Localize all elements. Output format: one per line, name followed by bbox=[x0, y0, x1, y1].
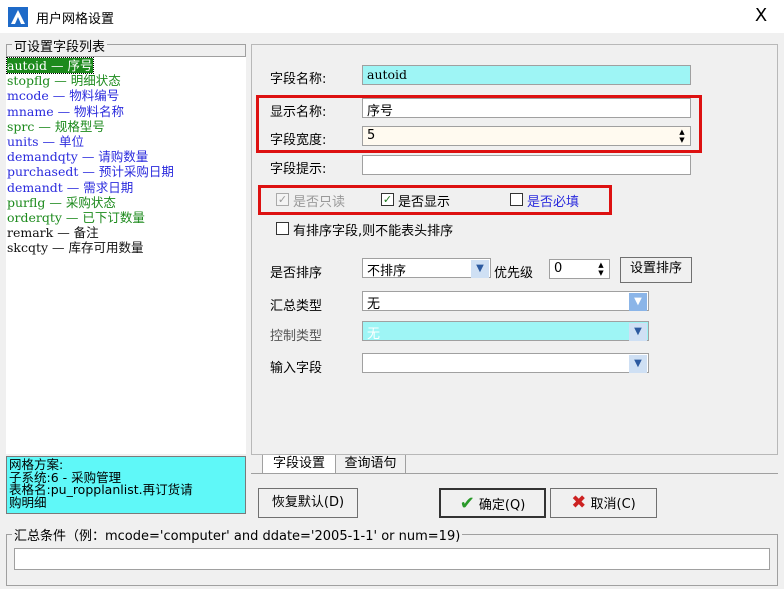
field-list-item[interactable]: mcode — 物料编号 bbox=[7, 88, 119, 103]
info-line: 购明细 bbox=[9, 494, 47, 510]
sort-select-value: 不排序 bbox=[367, 264, 407, 279]
summary-type-select[interactable]: 无 ▼ bbox=[362, 291, 649, 312]
field-list-item[interactable]: demandqty — 请购数量 bbox=[7, 149, 148, 164]
priority-stepper[interactable]: 0 ▲ ▼ bbox=[549, 259, 610, 279]
sort-label: 是否排序 bbox=[270, 266, 323, 281]
required-label: 是否必填 bbox=[527, 195, 580, 210]
chevron-down-icon[interactable]: ▼ bbox=[629, 355, 647, 373]
sort-field-label: 有排序字段,则不能表头排序 bbox=[293, 224, 454, 239]
tab-field-settings[interactable]: 字段设置 bbox=[262, 455, 336, 474]
summary-condition-input[interactable] bbox=[14, 548, 770, 570]
field-list-item[interactable]: orderqty — 已下订数量 bbox=[7, 210, 145, 225]
field-list-item[interactable]: mname — 物料名称 bbox=[7, 104, 124, 119]
input-field-select[interactable]: ▼ bbox=[362, 353, 649, 373]
field-hint-input[interactable] bbox=[362, 155, 691, 175]
summary-condition-caption: 汇总条件（例：mcode='computer' and ddate='2005-… bbox=[12, 525, 463, 544]
priority-spin[interactable]: ▲ ▼ bbox=[594, 261, 608, 277]
readonly-label: 是否只读 bbox=[293, 195, 346, 210]
field-list[interactable]: autoid — 序号 stopflg — 明细状态 mcode — 物料编号 mna… bbox=[6, 56, 246, 454]
field-list-item[interactable]: purflg — 采购状态 bbox=[7, 195, 116, 210]
field-width-value: 5 bbox=[367, 128, 376, 143]
input-field-label: 输入字段 bbox=[270, 361, 323, 376]
field-width-stepper[interactable]: 5 ▲ ▼ bbox=[362, 126, 691, 146]
required-checkbox[interactable] bbox=[510, 193, 523, 206]
chevron-down-icon[interactable]: ▼ bbox=[629, 293, 647, 311]
field-list-item[interactable]: demandt — 需求日期 bbox=[7, 180, 133, 195]
control-type-value: 无 bbox=[367, 327, 381, 342]
control-type-select[interactable]: 无 ▼ bbox=[362, 321, 649, 342]
close-button[interactable]: X bbox=[748, 4, 774, 28]
spin-down-icon[interactable]: ▼ bbox=[594, 269, 608, 277]
title-bar bbox=[0, 0, 784, 33]
cancel-button-label: 取消(C) bbox=[590, 497, 636, 512]
show-label: 是否显示 bbox=[398, 195, 451, 210]
priority-value: 0 bbox=[554, 261, 563, 276]
sort-select[interactable]: 不排序 ▼ bbox=[362, 258, 491, 279]
ok-button-label: 确定(Q) bbox=[478, 498, 526, 513]
field-list-item[interactable]: stopflg — 明细状态 bbox=[7, 73, 121, 88]
spin-up-icon[interactable]: ▲ bbox=[675, 128, 689, 136]
app-logo-icon bbox=[8, 7, 28, 27]
display-name-input[interactable]: 序号 bbox=[362, 98, 691, 119]
restore-default-button[interactable]: 恢复默认(D) bbox=[258, 488, 358, 518]
tab-query-statement[interactable]: 查询语句 bbox=[336, 455, 406, 473]
summary-type-label: 汇总类型 bbox=[270, 299, 323, 314]
field-list-item[interactable]: sprc — 规格型号 bbox=[7, 119, 105, 134]
grid-scheme-info: 网格方案: 子系统:6 - 采购管理 表格名:pu_ropplanlist.再订… bbox=[6, 456, 246, 514]
window-title: 用户网格设置 bbox=[36, 12, 115, 27]
field-list-item[interactable]: skcqty — 库存可用数量 bbox=[7, 240, 144, 255]
field-name-label: 字段名称: bbox=[270, 72, 327, 87]
checkmark-icon: ✔ bbox=[459, 493, 475, 514]
field-list-item[interactable]: purchasedt — 预计采购日期 bbox=[7, 164, 174, 179]
chevron-down-icon[interactable]: ▼ bbox=[629, 323, 647, 341]
set-sort-button[interactable]: 设置排序 bbox=[620, 257, 692, 283]
field-name-input[interactable]: autoid bbox=[362, 65, 691, 85]
sort-field-checkbox[interactable] bbox=[276, 222, 289, 235]
control-type-label: 控制类型 bbox=[270, 329, 323, 344]
summary-type-value: 无 bbox=[367, 297, 381, 312]
close-icon: X bbox=[754, 5, 768, 26]
field-list-item[interactable]: remark — 备注 bbox=[7, 225, 99, 240]
field-list-caption: 可设置字段列表 bbox=[12, 36, 108, 55]
field-list-item[interactable]: autoid — 序号 bbox=[6, 57, 94, 74]
field-hint-label: 字段提示: bbox=[270, 162, 327, 177]
field-width-spin[interactable]: ▲ ▼ bbox=[675, 128, 689, 144]
field-list-item[interactable]: units — 单位 bbox=[7, 134, 84, 149]
spin-up-icon[interactable]: ▲ bbox=[594, 261, 608, 269]
field-width-label: 字段宽度: bbox=[270, 133, 327, 148]
display-name-label: 显示名称: bbox=[270, 105, 327, 120]
cancel-button[interactable]: ✖ 取消(C) bbox=[550, 488, 657, 518]
chevron-down-icon[interactable]: ▼ bbox=[471, 260, 489, 278]
priority-label: 优先级 bbox=[494, 266, 534, 281]
readonly-checkbox[interactable]: ✓ bbox=[276, 193, 289, 206]
show-checkbox[interactable]: ✓ bbox=[381, 193, 394, 206]
spin-down-icon[interactable]: ▼ bbox=[675, 136, 689, 144]
cross-icon: ✖ bbox=[571, 492, 587, 513]
ok-button[interactable]: ✔ 确定(Q) bbox=[439, 488, 546, 518]
